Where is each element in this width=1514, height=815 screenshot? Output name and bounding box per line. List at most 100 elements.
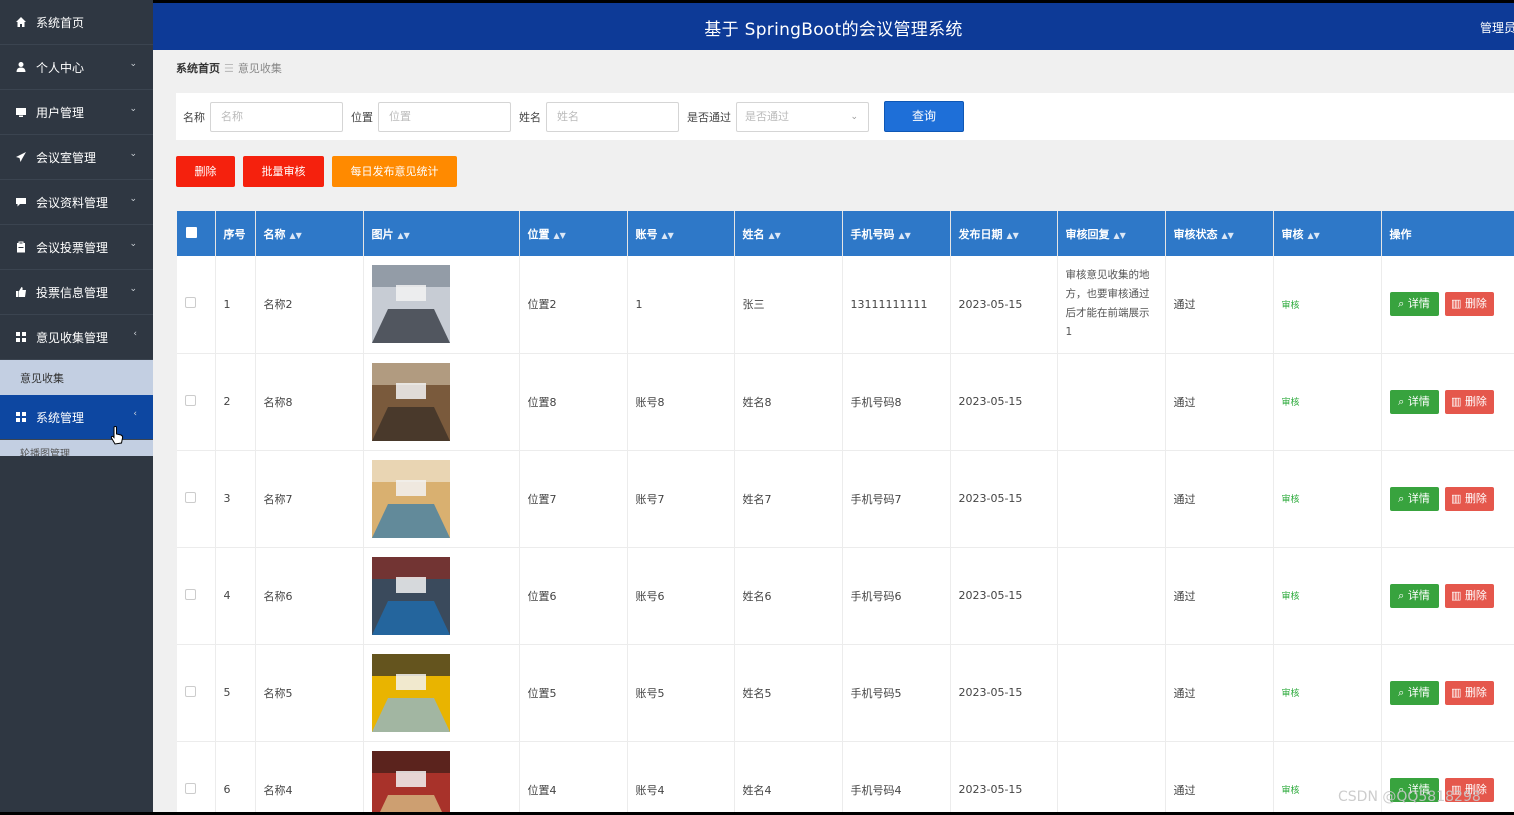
sidebar-item-system[interactable]: 系统管理 ‹ [0, 395, 153, 440]
column-header-label: 序号 [223, 227, 246, 241]
row-phone: 手机号码8 [842, 353, 951, 451]
row-date: 2023-05-15 [950, 644, 1058, 742]
detail-button[interactable]: ⌕ 详情 [1389, 292, 1439, 317]
meeting-room-image[interactable] [371, 362, 450, 441]
sidebar-subitem-label: 轮播图管理 [20, 449, 70, 456]
grid-icon [14, 330, 28, 344]
app-title: 基于 SpringBoot的会议管理系统 [704, 20, 963, 40]
meeting-room-image[interactable] [371, 750, 450, 813]
audit-link[interactable]: 审核 [1282, 689, 1300, 699]
name-input[interactable]: 名称 [210, 101, 343, 132]
sidebar-item-materials[interactable]: 会议资料管理 ⌄ [0, 180, 153, 225]
row-checkbox[interactable] [185, 685, 196, 697]
row-audit-cell: 审核 [1273, 450, 1382, 548]
user-menu[interactable]: 管理员 [1480, 19, 1514, 36]
main-content: 系统首页 ☰ 意见收集 名称 名称 位置 位置 姓名 姓名 是否通过 是否通过 ⌄ 查… [153, 50, 1514, 812]
monitor-icon [14, 105, 28, 119]
select-all-checkbox[interactable] [186, 226, 197, 238]
detail-button[interactable]: ⌕ 详情 [1389, 680, 1439, 705]
row-delete-label: 删除 [1464, 394, 1487, 408]
detail-button[interactable]: ⌕ 详情 [1389, 389, 1439, 414]
sidebar-subitem-carousel[interactable]: 轮播图管理 [0, 440, 153, 456]
detail-button-label: 详情 [1407, 685, 1430, 699]
pass-select[interactable]: 是否通过 ⌄ [736, 101, 869, 132]
row-reply [1057, 644, 1166, 742]
breadcrumb-home[interactable]: 系统首页 [176, 62, 220, 75]
row-account: 账号6 [627, 547, 735, 645]
column-header[interactable]: 审核状态 ▲▼ [1165, 211, 1274, 256]
column-header[interactable]: 审核 ▲▼ [1273, 211, 1382, 256]
row-delete-button[interactable]: ▥ 删除 [1444, 680, 1494, 705]
row-checkbox[interactable] [185, 782, 196, 794]
row-delete-button[interactable]: ▥ 删除 [1444, 292, 1494, 317]
row-select-cell [177, 741, 216, 812]
column-header-label: 操作 [1389, 227, 1412, 241]
detail-button[interactable]: ⌕ 详情 [1389, 583, 1439, 608]
query-button[interactable]: 查询 [884, 101, 964, 132]
audit-link[interactable]: 审核 [1282, 592, 1300, 602]
row-checkbox[interactable] [185, 491, 196, 503]
search-icon: ⌕ [1398, 588, 1408, 602]
row-location: 位置2 [519, 256, 628, 354]
sidebar-item-label: 投票信息管理 [36, 285, 109, 300]
column-header[interactable]: 序号 [215, 211, 256, 256]
meeting-room-image[interactable] [371, 265, 450, 344]
sidebar-item-profile[interactable]: 个人中心 ⌄ [0, 45, 153, 90]
trash-icon: ▥ [1451, 685, 1465, 699]
column-header[interactable]: 姓名 ▲▼ [734, 211, 843, 256]
row-phone: 手机号码5 [842, 644, 951, 742]
sidebar-subitem-feedback-collect[interactable]: 意见收集 [0, 360, 153, 395]
sidebar-item-rooms[interactable]: 会议室管理 ⌄ [0, 135, 153, 180]
row-person: 姓名7 [734, 450, 843, 548]
column-header[interactable]: 发布日期 ▲▼ [950, 211, 1058, 256]
row-image-cell [363, 644, 520, 742]
trash-icon: ▥ [1451, 491, 1465, 505]
row-delete-button[interactable]: ▥ 删除 [1444, 389, 1494, 414]
watermark: CSDN @QQ5818298 [1338, 789, 1481, 805]
sidebar-item-label: 会议投票管理 [36, 240, 109, 255]
audit-link[interactable]: 审核 [1282, 786, 1300, 796]
audit-link[interactable]: 审核 [1282, 495, 1300, 505]
column-header[interactable]: 审核回复 ▲▼ [1057, 211, 1166, 256]
sidebar-item-feedback[interactable]: 意见收集管理 ‹ [0, 315, 153, 360]
row-checkbox[interactable] [185, 394, 196, 406]
breadcrumb-current: 意见收集 [237, 62, 282, 75]
daily-stats-button[interactable]: 每日发布意见统计 [332, 156, 457, 187]
detail-button[interactable]: ⌕ 详情 [1389, 486, 1439, 511]
column-header[interactable]: 手机号码 ▲▼ [842, 211, 951, 256]
audit-link[interactable]: 审核 [1282, 398, 1300, 408]
sidebar-item-votes[interactable]: 会议投票管理 ⌄ [0, 225, 153, 270]
search-icon: ⌕ [1398, 297, 1408, 311]
column-header: 操作 [1381, 211, 1514, 256]
row-image-cell [363, 353, 520, 451]
row-account: 账号8 [627, 353, 735, 451]
row-checkbox[interactable] [185, 297, 196, 309]
meeting-room-image[interactable] [371, 459, 450, 538]
sidebar-item-users[interactable]: 用户管理 ⌄ [0, 90, 153, 135]
row-delete-button[interactable]: ▥ 删除 [1444, 486, 1494, 511]
row-checkbox[interactable] [185, 588, 196, 600]
column-header[interactable]: 账号 ▲▼ [627, 211, 735, 256]
table-row: 1 名称2 位置2 1 张三 13111111111 2023-05-15 审核意见收集的地方… [177, 256, 1514, 354]
audit-link[interactable]: 审核 [1282, 301, 1300, 311]
column-header-label: 图片 [371, 227, 394, 241]
sidebar-item-home[interactable]: 系统首页 [0, 0, 153, 45]
batch-audit-button[interactable]: 批量审核 [243, 156, 324, 187]
column-header[interactable]: 图片 ▲▼ [363, 211, 520, 256]
trash-icon: ▥ [1451, 297, 1465, 311]
location-input[interactable]: 位置 [378, 101, 511, 132]
delete-button[interactable]: 删除 [176, 156, 235, 187]
meeting-room-image[interactable] [371, 653, 450, 732]
sidebar-item-label: 意见收集管理 [36, 330, 109, 345]
column-header-label: 账号 [635, 227, 658, 241]
column-header[interactable]: 位置 ▲▼ [519, 211, 628, 256]
column-header[interactable]: 名称 ▲▼ [255, 211, 364, 256]
select-all-header[interactable] [177, 211, 216, 256]
meeting-room-image[interactable] [371, 556, 450, 635]
row-account: 账号7 [627, 450, 735, 548]
sidebar-item-vote-info[interactable]: 投票信息管理 ⌄ [0, 270, 153, 315]
table-header-row: 序号 名称 ▲▼ 图片 ▲▼ 位置 ▲▼ 账号 ▲▼ 姓名 ▲▼ 手机号码 ▲▼ 发布日期 ▲… [177, 211, 1514, 256]
row-delete-button[interactable]: ▥ 删除 [1444, 583, 1494, 608]
person-input[interactable]: 姓名 [546, 101, 679, 132]
sidebar-item-label: 用户管理 [36, 105, 85, 120]
